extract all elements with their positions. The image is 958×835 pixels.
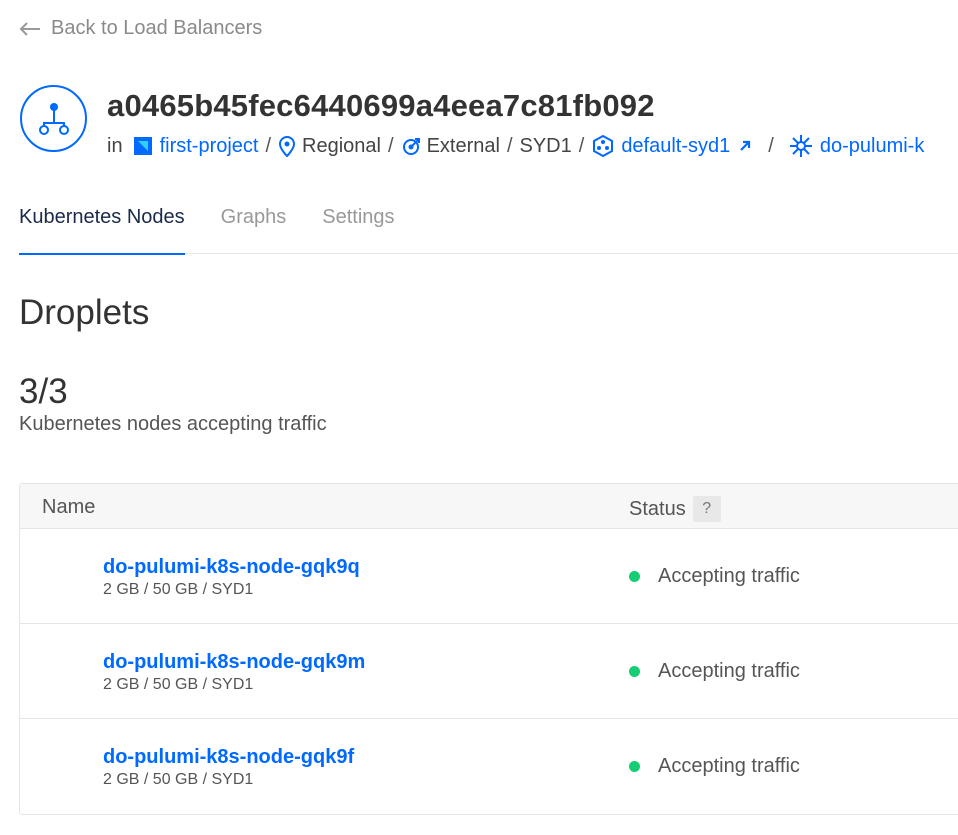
project-icon bbox=[132, 135, 154, 157]
external-network-icon bbox=[401, 136, 421, 156]
location-pin-icon bbox=[278, 135, 296, 157]
droplet-name-link[interactable]: do-pulumi-k8s-node-gqk9f bbox=[103, 746, 354, 769]
scope-label: Regional bbox=[302, 134, 381, 157]
kubernetes-cluster-icon bbox=[788, 133, 814, 159]
status-cell: Accepting traffic bbox=[629, 565, 800, 588]
back-to-load-balancers-link[interactable]: Back to Load Balancers bbox=[19, 17, 262, 40]
tab-bar: Kubernetes Nodes Graphs Settings bbox=[19, 204, 958, 255]
resource-meta: in first-project / Regional / External /… bbox=[107, 133, 924, 159]
status-cell: Accepting traffic bbox=[629, 660, 800, 683]
tab-settings[interactable]: Settings bbox=[322, 204, 394, 254]
page-title: a0465b45fec6440699a4eea7c81fb092 bbox=[107, 88, 655, 123]
table-header: Name Status ? bbox=[20, 484, 958, 529]
project-link[interactable]: first-project bbox=[160, 135, 259, 158]
droplet-name-link[interactable]: do-pulumi-k8s-node-gqk9m bbox=[103, 651, 365, 674]
node-count: 3/3 bbox=[19, 372, 68, 411]
section-title: Droplets bbox=[19, 293, 150, 332]
droplet-name-link[interactable]: do-pulumi-k8s-node-gqk9q bbox=[103, 556, 360, 579]
table-row: do-pulumi-k8s-node-gqk9f 2 GB / 50 GB / … bbox=[20, 719, 958, 814]
vpc-icon bbox=[591, 134, 615, 158]
table-row: do-pulumi-k8s-node-gqk9m 2 GB / 50 GB / … bbox=[20, 624, 958, 719]
vpc-link[interactable]: default-syd1 bbox=[621, 135, 730, 158]
external-link-icon[interactable] bbox=[738, 139, 752, 153]
status-dot-icon bbox=[629, 761, 640, 772]
status-label: Accepting traffic bbox=[658, 755, 800, 777]
column-header-status-label: Status bbox=[629, 497, 686, 520]
droplet-spec: 2 GB / 50 GB / SYD1 bbox=[103, 771, 254, 788]
load-balancer-icon bbox=[20, 85, 87, 152]
table-row: do-pulumi-k8s-node-gqk9q 2 GB / 50 GB / … bbox=[20, 529, 958, 624]
droplet-spec: 2 GB / 50 GB / SYD1 bbox=[103, 676, 254, 693]
tab-kubernetes-nodes[interactable]: Kubernetes Nodes bbox=[19, 204, 185, 255]
back-label: Back to Load Balancers bbox=[51, 17, 263, 39]
region-label: SYD1 bbox=[519, 134, 572, 157]
status-dot-icon bbox=[629, 571, 640, 582]
column-header-status: Status ? bbox=[629, 496, 721, 522]
status-label: Accepting traffic bbox=[658, 660, 800, 682]
in-label: in bbox=[107, 134, 123, 157]
status-label: Accepting traffic bbox=[658, 565, 800, 587]
column-header-name: Name bbox=[42, 496, 96, 518]
tab-graphs[interactable]: Graphs bbox=[221, 204, 287, 254]
droplet-spec: 2 GB / 50 GB / SYD1 bbox=[103, 581, 254, 598]
cluster-link[interactable]: do-pulumi-k bbox=[820, 135, 924, 158]
node-count-label: Kubernetes nodes accepting traffic bbox=[19, 413, 327, 435]
status-help-button[interactable]: ? bbox=[692, 496, 721, 522]
status-cell: Accepting traffic bbox=[629, 755, 800, 778]
status-dot-icon bbox=[629, 666, 640, 677]
network-label: External bbox=[426, 134, 500, 157]
droplets-table: Name Status ? do-pulumi-k8s-node-gqk9q 2… bbox=[19, 483, 958, 815]
arrow-left-icon bbox=[19, 21, 40, 36]
